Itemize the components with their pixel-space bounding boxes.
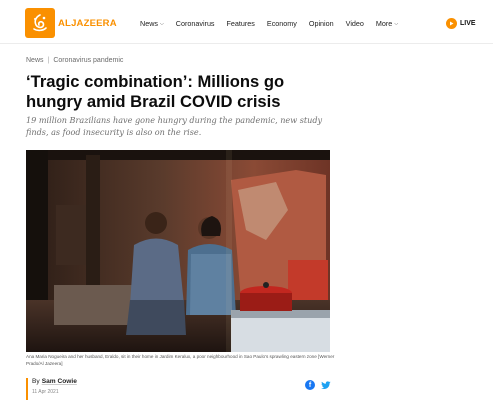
photo-caption: Ana Maria Nogueira and her husband, Eral… [26,354,335,366]
nav-features-label: Features [226,19,255,28]
live-label: LIVE [460,20,476,27]
nav-coronavirus[interactable]: Coronavirus [176,19,215,28]
aljazeera-logo-icon [25,8,55,38]
nav-more-label: More [375,19,393,28]
chevron-down-icon: ⌵ [394,20,399,27]
site-header: ALJAZEERA News ⌵ Coronavirus Features Ec… [0,0,493,44]
nav-features[interactable]: Features [227,19,255,28]
logo-wordmark: ALJAZEERA [58,17,117,29]
nav-opinion-label: Opinion [308,19,334,28]
article-photo [26,150,330,352]
live-button[interactable]: LIVE [446,18,476,29]
breadcrumb-separator: | [47,57,50,64]
chevron-down-icon: ⌵ [159,20,164,27]
main-nav: News ⌵ Coronavirus Features Economy Opin… [140,19,410,28]
facebook-share-button[interactable]: f [305,380,315,390]
twitter-share-button[interactable] [321,380,331,390]
nav-opinion[interactable]: Opinion [309,19,334,28]
article-summary: 19 million Brazilians have gone hungry d… [26,115,323,137]
breadcrumb-news[interactable]: News [26,57,44,64]
nav-video-label: Video [345,19,364,28]
breadcrumb-coronavirus-pandemic[interactable]: Coronavirus pandemic [53,57,123,64]
article-title: ‘Tragic combination’: Millions go hungry… [26,72,285,111]
twitter-icon [321,380,331,389]
nav-news[interactable]: News ⌵ [140,19,164,28]
nav-coronavirus-label: Coronavirus [175,19,215,28]
byline-prefix: By [32,378,40,385]
byline: By Sam Cowie 11 Apr 2021 [26,378,77,400]
nav-economy[interactable]: Economy [267,19,297,28]
breadcrumb: News | Coronavirus pandemic [26,57,123,64]
nav-more[interactable]: More ⌵ [376,19,398,28]
aljazeera-logo[interactable]: ALJAZEERA [25,8,117,38]
article-photo-illustration [26,150,330,352]
play-icon [446,18,457,29]
author-link[interactable]: Sam Cowie [42,378,77,385]
nav-economy-label: Economy [266,19,297,28]
byline-author-row: By Sam Cowie [32,378,77,385]
nav-video[interactable]: Video [346,19,364,28]
nav-news-label: News [140,19,158,28]
facebook-icon: f [308,381,312,389]
publish-date: 11 Apr 2021 [32,389,59,395]
